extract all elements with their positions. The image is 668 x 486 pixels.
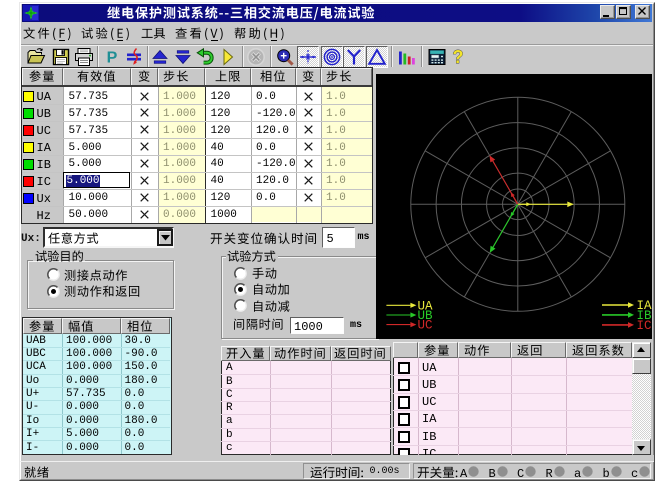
svg-text:IC: IC	[636, 319, 651, 333]
svg-text:UC: UC	[417, 319, 432, 333]
svg-text:P: P	[107, 49, 118, 66]
svg-text:?: ?	[453, 47, 464, 67]
